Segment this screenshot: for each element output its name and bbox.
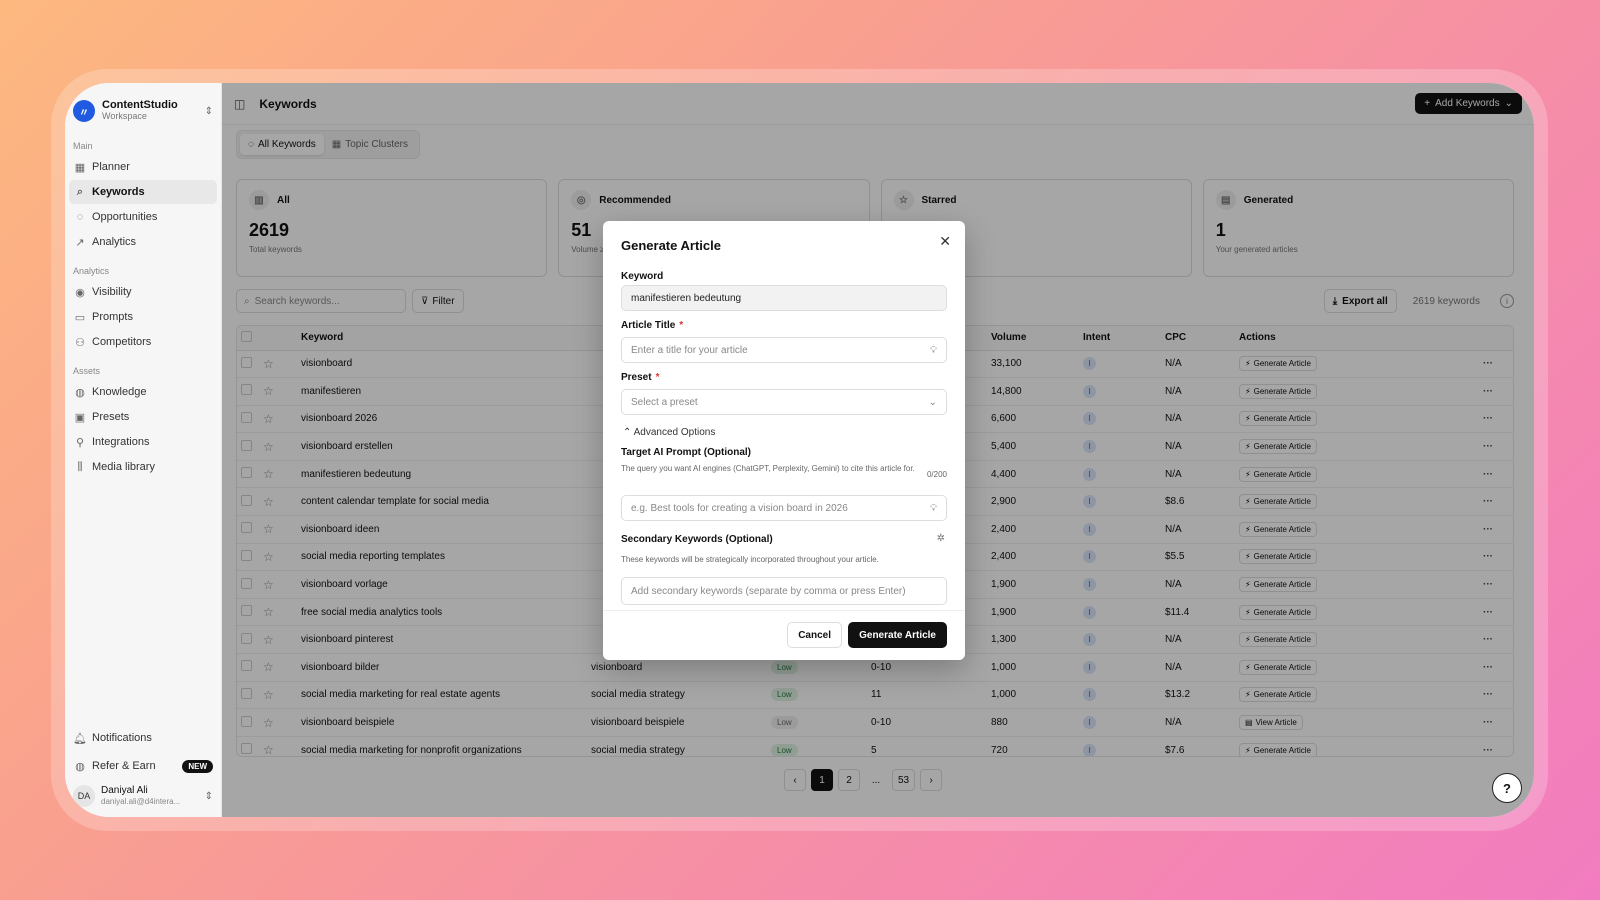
sidebar-item-label: Media library <box>92 461 155 473</box>
message-icon: ▭ <box>74 311 86 324</box>
sidebar-item-label: Analytics <box>92 236 137 248</box>
sidebar-item-label: Visibility <box>92 286 132 298</box>
new-badge: NEW <box>182 759 213 773</box>
avatar: DA <box>73 785 95 807</box>
sidebar-item-label: Refer & Earn <box>92 760 156 772</box>
target-prompt-counter: 0/200 <box>926 470 947 479</box>
chevron-up-icon: ⌃ <box>623 427 632 438</box>
keyword-label: Keyword <box>621 271 664 282</box>
eye-icon: ◉ <box>75 286 85 299</box>
sidebar-item-competitors[interactable]: ⚇ Competitors <box>69 330 217 354</box>
sidebar-section-title: Analytics <box>73 266 110 276</box>
user-menu[interactable]: DA Daniyal Ali daniyal.ali@d4intera... ⇕ <box>65 779 221 817</box>
sidebar-section-title: Assets <box>73 366 101 376</box>
article-title-label: Article Title * <box>621 320 683 331</box>
article-title-placeholder: Enter a title for your article <box>631 344 748 356</box>
search-icon: ⌕ <box>76 185 84 198</box>
sidebar-item-label: Competitors <box>92 336 152 348</box>
lightbulb-icon[interactable]: 💡︎ <box>930 345 937 356</box>
grid-icon: ▣ <box>74 411 86 424</box>
sidebar-item-knowledge[interactable]: ◍ Knowledge <box>69 380 217 404</box>
sidebar-item-media-library[interactable]: ⫼ Media library <box>69 455 217 479</box>
keyword-value: manifestieren bedeutung <box>631 292 742 304</box>
workspace-logo: 〃 <box>73 100 95 122</box>
sidebar-item-label: Prompts <box>92 311 133 323</box>
preset-label-text: Preset <box>621 372 652 383</box>
nav-sections: Main ▦ Planner ⌕ Keywords ◌ Opportunities ↗ Anal… <box>65 141 221 479</box>
secondary-keywords-help: These keywords will be strategically inc… <box>621 555 879 564</box>
dialog-title: Generate Article <box>621 238 721 253</box>
chevron-updown-icon: ⇕ <box>204 790 213 802</box>
preset-select[interactable]: Select a preset ⌄ <box>621 389 947 415</box>
article-title-input[interactable]: Enter a title for your article 💡︎ <box>621 337 947 363</box>
sidebar-bottom: 🔔︎ Notifications ◍ Refer & Earn NEW DA D… <box>65 725 221 817</box>
sidebar-item-notifications[interactable]: 🔔︎ Notifications <box>69 726 217 750</box>
lightbulb-icon: ◌ <box>76 211 84 223</box>
generate-article-dialog: Generate Article ✕ Keyword manifestieren… <box>603 221 965 660</box>
target-prompt-help: The query you want AI engines (ChatGPT, … <box>621 464 915 473</box>
lightbulb-icon[interactable]: 💡︎ <box>930 503 937 514</box>
secondary-keywords-label: Secondary Keywords (Optional) <box>621 534 773 545</box>
sidebar-item-label: Planner <box>92 161 130 173</box>
preset-placeholder: Select a preset <box>631 396 698 408</box>
sidebar-item-presets[interactable]: ▣ Presets <box>69 405 217 429</box>
globe-icon: ◍ <box>75 760 85 773</box>
sidebar-item-prompts[interactable]: ▭ Prompts <box>69 305 217 329</box>
target-prompt-label: Target AI Prompt (Optional) <box>621 447 751 458</box>
sidebar-item-opportunities[interactable]: ◌ Opportunities <box>69 205 217 229</box>
required-mark: * <box>679 320 684 331</box>
sidebar: 〃 ContentStudio Workspace ⇕ Main ▦ Planner… <box>65 83 222 817</box>
chart-icon: ↗ <box>75 236 85 249</box>
cancel-button[interactable]: Cancel <box>787 622 842 648</box>
target-prompt-placeholder: e.g. Best tools for creating a vision bo… <box>631 502 848 514</box>
users-icon: ⚇ <box>75 336 85 349</box>
calendar-icon: ▦ <box>74 161 86 174</box>
required-mark: * <box>655 372 660 383</box>
workspace-name: ContentStudio <box>102 99 178 111</box>
help-icon[interactable]: ? <box>1492 773 1522 803</box>
article-title-label-text: Article Title <box>621 320 676 331</box>
sidebar-item-label: Knowledge <box>92 386 147 398</box>
sidebar-item-visibility[interactable]: ◉ Visibility <box>69 280 217 304</box>
sidebar-item-label: Opportunities <box>92 211 158 223</box>
advanced-options-label: Advanced Options <box>633 427 716 438</box>
sidebar-item-label: Integrations <box>92 436 150 448</box>
library-icon: ⫼ <box>77 460 83 473</box>
bell-icon: 🔔︎ <box>73 732 87 745</box>
sidebar-item-integrations[interactable]: ⚲ Integrations <box>69 430 217 454</box>
user-email: daniyal.ali@d4intera... <box>101 797 181 806</box>
target-prompt-input[interactable]: e.g. Best tools for creating a vision bo… <box>621 495 947 521</box>
sidebar-item-analytics[interactable]: ↗ Analytics <box>69 230 217 254</box>
sidebar-section-title: Main <box>73 141 93 151</box>
chevron-updown-icon: ⇕ <box>204 105 213 117</box>
chevron-down-icon: ⌄ <box>928 396 937 408</box>
user-name: Daniyal Ali <box>101 785 148 796</box>
sparkle-icon[interactable]: ✲ <box>937 533 945 544</box>
advanced-options-toggle[interactable]: ⌃ Advanced Options <box>623 427 715 438</box>
dialog-footer-divider <box>603 610 965 611</box>
sidebar-item-label: Keywords <box>92 186 145 198</box>
secondary-keywords-input[interactable]: Add secondary keywords (separate by comm… <box>621 577 947 605</box>
secondary-keywords-placeholder: Add secondary keywords (separate by comm… <box>631 585 906 597</box>
keyword-field: manifestieren bedeutung <box>621 285 947 311</box>
sidebar-item-keywords[interactable]: ⌕ Keywords <box>69 180 217 204</box>
sidebar-item-planner[interactable]: ▦ Planner <box>69 155 217 179</box>
workspace-switcher[interactable]: 〃 ContentStudio Workspace ⇕ <box>65 83 221 129</box>
preset-label: Preset * <box>621 372 659 383</box>
globe-icon: ◍ <box>75 386 85 399</box>
generate-article-button[interactable]: Generate Article <box>848 622 947 648</box>
close-icon[interactable]: ✕ <box>939 233 951 250</box>
plug-icon: ⚲ <box>75 436 85 449</box>
sidebar-item-label: Notifications <box>92 732 152 744</box>
sidebar-item-label: Presets <box>92 411 130 423</box>
sidebar-item-refer[interactable]: ◍ Refer & Earn NEW <box>69 754 217 778</box>
workspace-subtitle: Workspace <box>102 111 147 121</box>
